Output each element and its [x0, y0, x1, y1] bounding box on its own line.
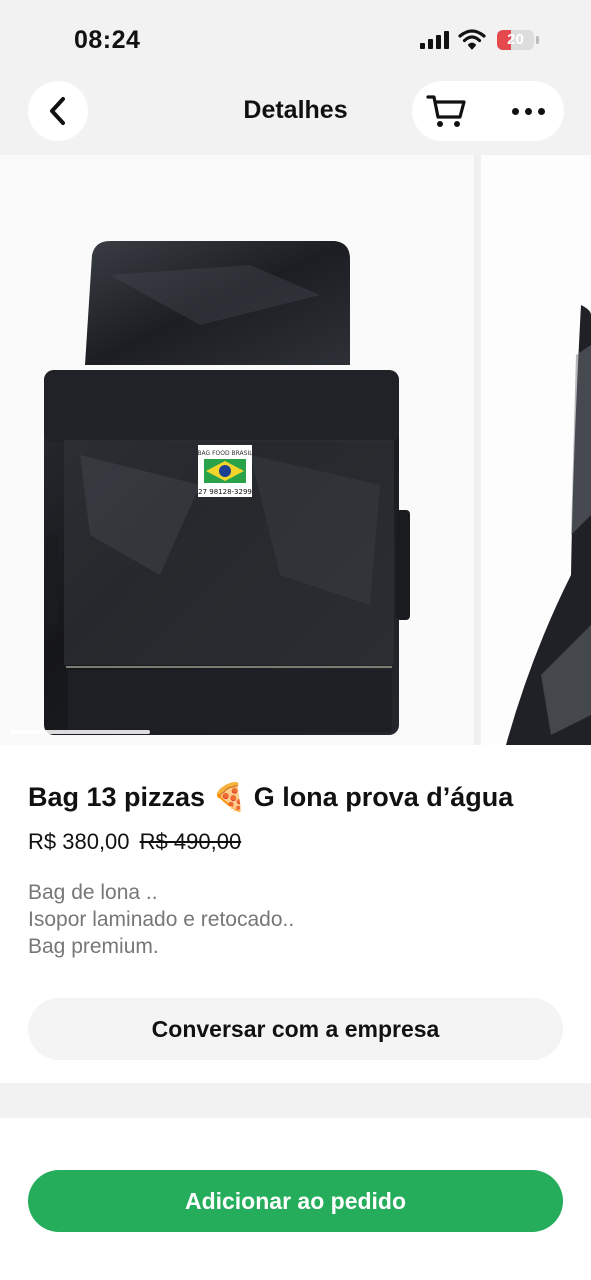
wifi-icon [458, 29, 486, 50]
carousel-gap [474, 155, 481, 745]
add-to-order-button[interactable]: Adicionar ao pedido [28, 1170, 563, 1232]
carousel-indicator [10, 730, 150, 734]
price: R$ 380,00 [28, 829, 130, 854]
battery-tip [536, 36, 539, 44]
battery-icon: 20 [497, 30, 534, 50]
description-line: Bag premium. [28, 935, 159, 958]
product-title: Bag 13 pizzas 🍕 G lona prova d’água [28, 782, 514, 812]
more-button[interactable] [508, 107, 548, 115]
bag-photo-2 [506, 305, 591, 745]
bag-label-phone: 27 98128-3299 [198, 488, 252, 496]
cart-icon [426, 95, 466, 127]
bag-label-brand: BAG FOOD BRASIL [197, 450, 253, 457]
product-image-2[interactable] [481, 155, 591, 745]
description-line: Bag de lona .. [28, 881, 158, 904]
cart-button[interactable] [426, 93, 468, 129]
status-time: 08:24 [74, 26, 141, 54]
description-line: Isopor laminado e retocado.. [28, 908, 295, 931]
product-image-1[interactable]: BAG FOOD BRASIL 27 98128-3299 [0, 155, 474, 745]
product-info: Bag 13 pizzas 🍕 G lona prova d’água R$ 3… [0, 745, 591, 1083]
product-description: Bag de lona .. Isopor laminado e retocad… [28, 879, 294, 960]
more-dot [511, 107, 519, 115]
more-dot [524, 107, 532, 115]
price-row: R$ 380,00 R$ 490,00 [28, 829, 241, 855]
battery-level: 20 [507, 31, 524, 48]
chat-with-company-button[interactable]: Conversar com a empresa [28, 998, 563, 1060]
product-details-screen: 08:24 20 Detalhes BAG FOOD BRASIL 27 981… [0, 0, 591, 1280]
section-divider [0, 1083, 591, 1118]
status-bar: 08:24 20 [0, 0, 591, 78]
image-carousel[interactable]: BAG FOOD BRASIL 27 98128-3299 [0, 155, 591, 745]
nav-actions-pill [412, 81, 564, 141]
footer-bar: Adicionar ao pedido [0, 1118, 591, 1280]
bag-photo: BAG FOOD BRASIL 27 98128-3299 [44, 241, 410, 735]
signal-icon [420, 31, 450, 49]
nav-bar: Detalhes [0, 78, 591, 154]
more-dot [537, 107, 545, 115]
old-price: R$ 490,00 [139, 829, 242, 854]
